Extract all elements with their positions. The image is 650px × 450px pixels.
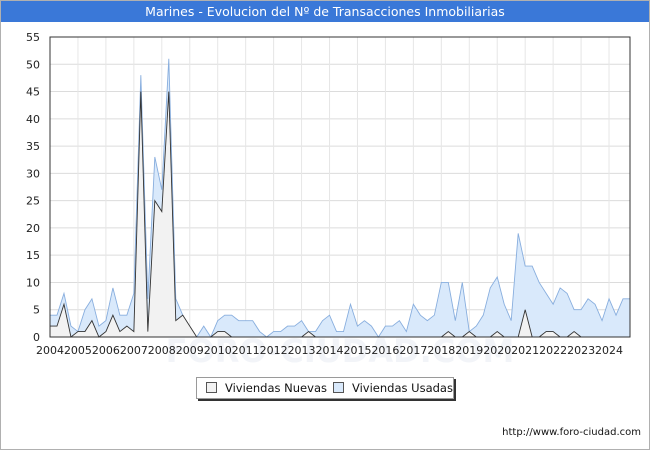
x-tick-label: 2012 [260,344,288,357]
x-tick-label: 2016 [371,344,399,357]
x-tick-label: 2013 [288,344,316,357]
y-tick-label: 45 [26,86,40,99]
legend-label-usadas: Viviendas Usadas [352,381,453,395]
y-tick-label: 50 [26,58,40,71]
x-tick-label: 2006 [92,344,120,357]
x-tick-label: 2023 [567,344,595,357]
x-tick-label: 2009 [176,344,204,357]
x-tick-label: 2017 [399,344,427,357]
x-tick-label: 2008 [148,344,176,357]
y-tick-label: 25 [26,195,40,208]
y-tick-label: 5 [33,304,40,317]
legend-swatch-nuevas [206,382,217,393]
legend-label-nuevas: Viviendas Nuevas [225,381,327,395]
x-tick-label: 2022 [539,344,567,357]
x-tick-label: 2018 [427,344,455,357]
y-tick-label: 10 [26,276,40,289]
x-tick-label: 2021 [511,344,539,357]
x-tick-label: 2005 [64,344,92,357]
x-tick-label: 2011 [232,344,260,357]
y-tick-label: 15 [26,249,40,262]
series-layer [50,58,630,338]
legend-item-nuevas: Viviendas Nuevas [206,381,327,395]
y-axis-ticks: 0 5 10 15 20 25 30 35 40 45 50 55 [26,31,40,344]
x-tick-label: 2007 [120,344,148,357]
y-tick-label: 55 [26,31,40,44]
chart-legend: Viviendas Nuevas Viviendas Usadas [196,377,454,399]
x-tick-label: 2014 [316,344,344,357]
x-tick-label: 2024 [595,344,623,357]
source-url: http://www.foro-ciudad.com [502,427,641,438]
x-axis-ticks: 2004 2005 2006 2007 2008 2009 2010 2011 2012 2013… [36,344,623,357]
y-tick-label: 30 [26,167,40,180]
x-tick-label: 2004 [36,344,64,357]
y-tick-label: 0 [33,331,40,344]
y-tick-label: 20 [26,222,40,235]
y-tick-label: 35 [26,140,40,153]
x-tick-label: 2020 [483,344,511,357]
y-tick-label: 40 [26,113,40,126]
x-tick-label: 2015 [343,344,371,357]
legend-swatch-usadas [333,382,344,393]
legend-item-usadas: Viviendas Usadas [333,381,453,395]
x-tick-label: 2019 [455,344,483,357]
x-tick-label: 2010 [204,344,232,357]
